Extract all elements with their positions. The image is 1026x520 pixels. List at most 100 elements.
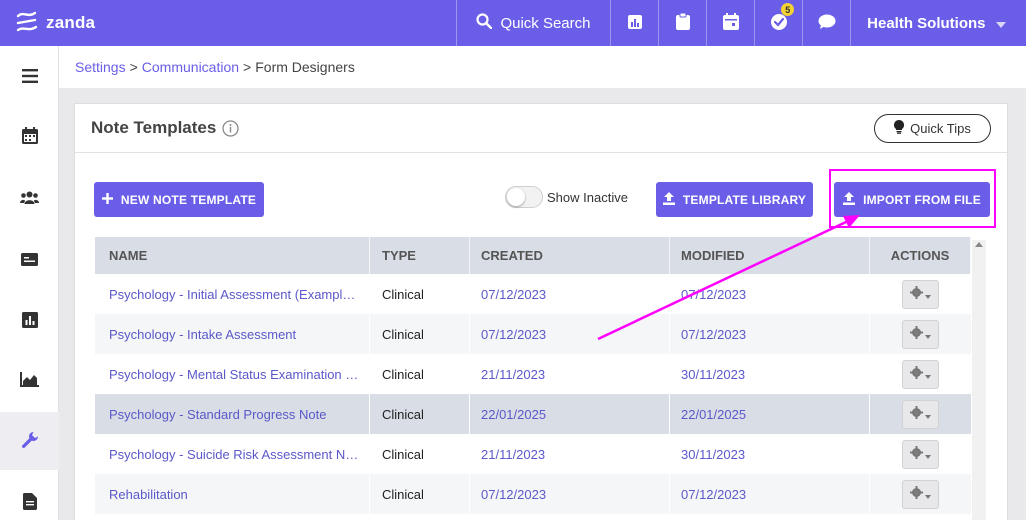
sidebar-item-reports[interactable] [0,292,59,350]
chevron-down-icon [925,327,931,342]
sidebar-item-calendar[interactable] [0,108,59,166]
organization-name: Health Solutions [867,14,986,32]
column-header-created[interactable]: CREATED [470,237,670,274]
column-header-type[interactable]: TYPE [370,237,470,274]
breadcrumb-settings-link[interactable]: Settings [75,59,126,75]
row-actions-button[interactable] [902,359,939,389]
clipboard-icon [675,12,690,33]
column-header-name[interactable]: NAME [95,237,370,274]
quick-tips-button[interactable]: Quick Tips [874,114,991,143]
plus-icon [101,192,113,207]
breadcrumb-communication-link[interactable]: Communication [142,59,239,75]
info-icon[interactable] [222,119,239,137]
template-type: Clinical [382,286,424,302]
lightbulb-icon [894,120,905,137]
created-date[interactable]: 07/12/2023 [481,287,546,302]
template-type: Clinical [382,486,424,502]
calendar-icon [722,13,739,33]
created-date[interactable]: 21/11/2023 [481,447,545,462]
quick-tips-label: Quick Tips [910,121,971,136]
template-name-link[interactable]: Rehabilitation [109,487,188,502]
template-type: Clinical [382,366,424,382]
breadcrumb: Settings > Communication > Form Designer… [59,46,1026,88]
clipboard-button[interactable] [658,0,706,46]
quick-search-label: Quick Search [500,14,591,32]
template-name-link[interactable]: Psychology - Initial Assessment (Exampl… [109,287,355,302]
table-row: Psychology - Initial Assessment (Exampl…… [95,274,971,314]
chevron-down-icon [925,287,931,302]
gear-icon [910,486,923,502]
settings-wrench-icon [21,431,39,452]
organization-selector[interactable]: Health Solutions [850,0,1026,46]
sidebar-item-contacts[interactable] [0,170,59,228]
breadcrumb-current: Form Designers [255,59,355,75]
created-date[interactable]: 07/12/2023 [481,327,546,342]
panel-header: Note Templates Quick Tips [75,104,1007,153]
created-date[interactable]: 21/11/2023 [481,367,545,382]
upload-icon [662,191,675,208]
column-header-modified[interactable]: MODIFIED [670,237,870,274]
template-name-link[interactable]: Psychology - Mental Status Examination … [109,367,358,382]
new-note-template-button[interactable]: NEW NOTE TEMPLATE [94,182,264,217]
table-row: Psychology - Intake Assessment Clinical … [95,314,971,354]
annotation-highlight-box [829,169,996,228]
template-type: Clinical [382,406,424,422]
modified-date[interactable]: 07/12/2023 [681,287,746,302]
template-name-link[interactable]: Psychology - Suicide Risk Assessment N… [109,447,358,462]
reports-button[interactable] [610,0,658,46]
template-name-link[interactable]: Psychology - Intake Assessment [109,327,296,342]
row-actions-button[interactable] [902,279,939,309]
template-type: Clinical [382,326,424,342]
show-inactive-label: Show Inactive [547,189,628,205]
table-row: Psychology - Suicide Risk Assessment N… … [95,434,971,474]
gear-icon [910,366,923,382]
template-library-button[interactable]: TEMPLATE LIBRARY [656,182,813,217]
row-actions-button[interactable] [902,439,939,469]
modified-date[interactable]: 07/12/2023 [681,327,746,342]
new-note-template-label: NEW NOTE TEMPLATE [120,192,257,207]
sidebar-item-cards[interactable] [0,232,59,290]
sidebar-item-analytics[interactable] [0,352,59,410]
sidebar-item-settings[interactable] [0,412,59,470]
template-library-label: TEMPLATE LIBRARY [682,192,807,207]
tasks-badge: 5 [781,3,795,16]
row-actions-button[interactable] [902,399,939,429]
modified-date[interactable]: 30/11/2023 [681,367,745,382]
contacts-icon [20,191,39,207]
templates-table: NAME TYPE CREATED MODIFIED ACTIONS Psych… [95,237,971,514]
menu-icon [21,68,38,86]
modified-date[interactable]: 30/11/2023 [681,447,745,462]
search-icon [476,13,493,33]
calendar-button[interactable] [706,0,754,46]
logo[interactable]: zanda [0,0,456,46]
chat-icon [818,14,836,33]
table-scrollbar[interactable] [972,240,986,520]
reports-icon [627,14,643,33]
row-actions-button[interactable] [902,479,939,509]
chevron-down-icon [925,447,931,462]
logo-text: zanda [46,13,96,32]
row-actions-button[interactable] [902,319,939,349]
table-row: Psychology - Standard Progress Note Clin… [95,394,971,434]
top-bar: zanda Quick Search 5 Health Solutions [0,0,1026,46]
show-inactive-control: Show Inactive [505,186,628,208]
calendar-icon [21,127,38,147]
tasks-button[interactable]: 5 [754,0,802,46]
template-name-link[interactable]: Psychology - Standard Progress Note [109,407,327,422]
scroll-up-arrow-icon[interactable] [975,242,983,247]
modified-date[interactable]: 07/12/2023 [681,487,746,502]
chevron-down-icon [925,407,931,422]
document-icon [22,493,37,513]
reports-icon [21,311,38,331]
breadcrumb-separator: > [129,59,138,75]
left-sidebar [0,46,59,520]
created-date[interactable]: 22/01/2025 [481,407,546,422]
modified-date[interactable]: 22/01/2025 [681,407,746,422]
quick-search-button[interactable]: Quick Search [455,0,611,46]
menu-toggle-button[interactable] [0,48,59,106]
chevron-down-icon [925,367,931,382]
chat-button[interactable] [802,0,850,46]
sidebar-item-documents[interactable] [0,474,59,520]
created-date[interactable]: 07/12/2023 [481,487,546,502]
show-inactive-toggle[interactable] [505,186,543,208]
